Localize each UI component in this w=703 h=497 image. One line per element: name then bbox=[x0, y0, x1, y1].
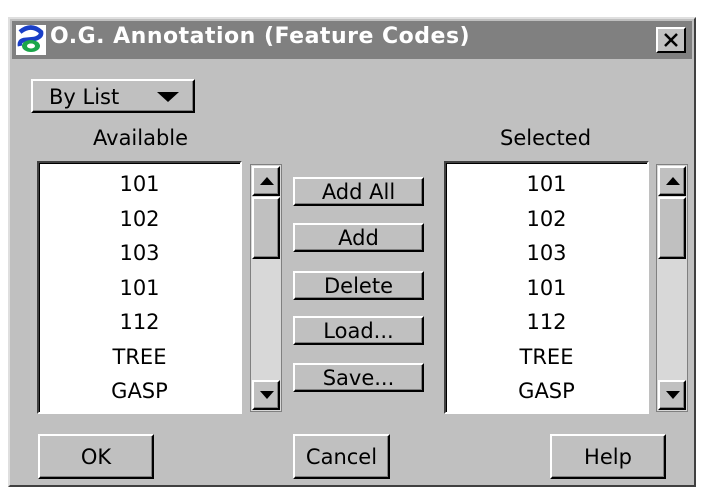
mode-dropdown[interactable]: By List bbox=[31, 79, 195, 113]
list-item[interactable]: GASP bbox=[446, 374, 647, 409]
load-button[interactable]: Load... bbox=[293, 316, 424, 345]
add-button[interactable]: Add bbox=[293, 223, 424, 252]
app-logo-icon bbox=[16, 25, 46, 55]
scroll-thumb[interactable] bbox=[658, 197, 686, 259]
window-title: O.G. Annotation (Feature Codes) bbox=[50, 24, 471, 49]
add-all-button[interactable]: Add All bbox=[293, 177, 424, 206]
scroll-down-icon bbox=[260, 391, 274, 399]
list-item[interactable]: 103 bbox=[39, 236, 240, 271]
list-item[interactable]: 103 bbox=[446, 236, 647, 271]
scroll-up-icon bbox=[666, 177, 680, 185]
scroll-down-icon bbox=[666, 391, 680, 399]
delete-button[interactable]: Delete bbox=[293, 271, 424, 300]
list-item[interactable]: TREE bbox=[446, 340, 647, 375]
scroll-down-button[interactable] bbox=[252, 380, 280, 410]
mode-dropdown-value: By List bbox=[49, 85, 120, 109]
dialog-window: O.G. Annotation (Feature Codes) By List … bbox=[8, 17, 696, 487]
close-icon bbox=[664, 33, 678, 47]
list-item[interactable]: 102 bbox=[446, 202, 647, 237]
list-item[interactable]: 101 bbox=[446, 167, 647, 202]
list-item[interactable]: TREE bbox=[39, 340, 240, 375]
help-button[interactable]: Help bbox=[550, 434, 666, 479]
scroll-down-button[interactable] bbox=[658, 380, 686, 410]
scroll-up-icon bbox=[260, 177, 274, 185]
selected-label: Selected bbox=[500, 126, 592, 150]
selected-scrollbar[interactable] bbox=[656, 164, 688, 412]
selected-listbox[interactable]: 101 102 103 101 112 TREE GASP bbox=[444, 161, 649, 414]
triangle-down-icon bbox=[157, 92, 179, 102]
list-item[interactable]: 112 bbox=[446, 305, 647, 340]
list-item[interactable]: 101 bbox=[446, 271, 647, 306]
ok-button[interactable]: OK bbox=[38, 434, 154, 479]
list-item[interactable]: 112 bbox=[39, 305, 240, 340]
list-item[interactable]: GASP bbox=[39, 374, 240, 409]
available-listbox[interactable]: 101 102 103 101 112 TREE GASP bbox=[37, 161, 242, 414]
available-label: Available bbox=[93, 126, 189, 150]
scroll-thumb[interactable] bbox=[252, 197, 280, 259]
scroll-up-button[interactable] bbox=[252, 166, 280, 196]
list-item[interactable]: 101 bbox=[39, 271, 240, 306]
available-scrollbar[interactable] bbox=[250, 164, 282, 412]
close-button[interactable] bbox=[656, 27, 686, 53]
list-item[interactable]: 101 bbox=[39, 167, 240, 202]
save-button[interactable]: Save... bbox=[293, 363, 424, 392]
cancel-button[interactable]: Cancel bbox=[293, 434, 390, 479]
list-item[interactable]: 102 bbox=[39, 202, 240, 237]
scroll-up-button[interactable] bbox=[658, 166, 686, 196]
title-bar[interactable]: O.G. Annotation (Feature Codes) bbox=[12, 21, 692, 59]
